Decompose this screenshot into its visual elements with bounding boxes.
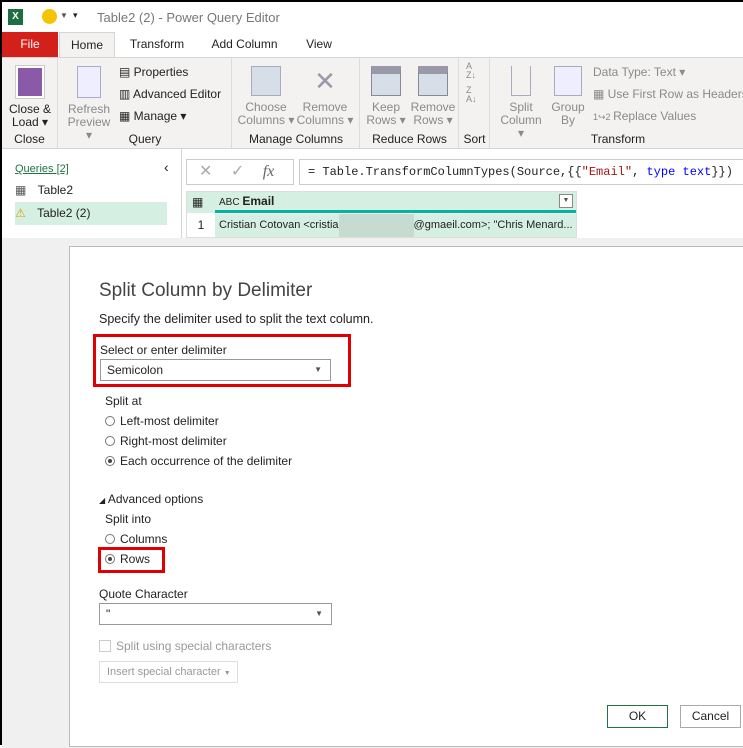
dialog-title: Split Column by Delimiter xyxy=(99,280,313,301)
radio-button[interactable] xyxy=(105,416,115,426)
query-item-table2[interactable]: ▦ Table2 xyxy=(15,179,167,202)
table-cell-email[interactable]: Cristian Cotovan <cristia @gmaeil.com>; "… xyxy=(215,214,576,237)
delimiter-dropdown[interactable]: Semicolon ▼ xyxy=(100,359,331,381)
smiley-icon[interactable] xyxy=(42,9,57,24)
chevron-down-icon: ▼ xyxy=(315,609,323,618)
group-sort: A Z↓ Z A↓ Sort xyxy=(460,58,490,148)
insert-special-character-button[interactable]: Insert special character ▼ xyxy=(99,661,238,683)
properties-icon: ▤ xyxy=(119,65,134,79)
replace-values-icon: 1↪2 xyxy=(593,112,614,122)
column-header-email[interactable]: ABC Email ▼ xyxy=(215,192,576,213)
dialog-subtitle: Specify the delimiter used to split the … xyxy=(99,312,374,326)
choose-columns-button[interactable]: Choose Columns ▾ xyxy=(237,66,295,127)
data-grid: ▦ ABC Email ▼ 1 Cristian Cotovan <cristi… xyxy=(186,191,577,238)
replace-values-button[interactable]: 1↪2 Replace Values xyxy=(593,109,696,123)
properties-button[interactable]: ▤ Properties xyxy=(119,65,188,79)
radio-button[interactable] xyxy=(105,534,115,544)
queries-header: Queries [2] xyxy=(15,163,69,175)
query-item-table2-2[interactable]: ⚠ Table2 (2) xyxy=(15,202,167,225)
radio-columns[interactable]: Columns xyxy=(105,532,167,546)
special-characters-checkbox[interactable]: Split using special characters xyxy=(99,639,271,653)
confirm-formula-icon[interactable]: ✓ xyxy=(231,163,244,180)
cancel-button[interactable]: Cancel xyxy=(680,705,741,728)
radio-rows[interactable]: Rows xyxy=(105,552,150,566)
table-icon: ▦ xyxy=(593,87,608,101)
remove-rows-icon xyxy=(418,66,448,96)
split-column-dialog: Split Column by Delimiter Specify the de… xyxy=(69,246,743,747)
group-query: Refresh Preview ▾ ▤ Properties ▥ Advance… xyxy=(59,58,232,148)
window-title: Table2 (2) - Power Query Editor xyxy=(97,10,280,25)
tab-add-column[interactable]: Add Column xyxy=(202,32,287,57)
data-type-dropdown[interactable]: Data Type: Text ▾ xyxy=(593,65,685,79)
tab-home[interactable]: Home xyxy=(59,32,115,58)
ribbon: Close & Load ▾ Close Refresh Preview ▾ ▤… xyxy=(2,57,743,149)
excel-logo-icon: X xyxy=(8,9,23,25)
radio-each-occurrence[interactable]: Each occurrence of the delimiter xyxy=(105,454,292,468)
split-at-label: Split at xyxy=(105,394,142,408)
remove-columns-button[interactable]: ✕ Remove Columns ▾ xyxy=(295,66,355,127)
use-first-row-headers-button[interactable]: ▦ Use First Row as Headers xyxy=(593,87,743,101)
collapse-pane-icon[interactable]: ‹ xyxy=(164,159,169,175)
redacted-block xyxy=(338,214,414,237)
manage-button[interactable]: ▦ Manage ▾ xyxy=(119,109,186,123)
sort-descending-icon[interactable]: Z A↓ xyxy=(466,86,477,104)
group-manage-columns: Choose Columns ▾ ✕ Remove Columns ▾ Mana… xyxy=(233,58,360,148)
collapse-triangle-icon: ◢ xyxy=(99,496,106,505)
split-column-button[interactable]: Split Column ▾ xyxy=(497,66,545,140)
remove-columns-icon: ✕ xyxy=(314,66,336,96)
group-by-button[interactable]: Group By xyxy=(547,66,589,127)
choose-columns-icon xyxy=(251,66,281,96)
group-reduce-rows: Keep Rows ▾ Remove Rows ▾ Reduce Rows xyxy=(361,58,459,148)
remove-rows-button[interactable]: Remove Rows ▾ xyxy=(409,66,457,127)
formula-actions: ✕ ✓ fx xyxy=(186,159,294,185)
formula-bar[interactable]: = Table.TransformColumnTypes(Source,{{"E… xyxy=(299,159,743,185)
chevron-down-icon: ▼ xyxy=(314,365,322,374)
fx-icon[interactable]: fx xyxy=(263,163,275,180)
radio-right-most[interactable]: Right-most delimiter xyxy=(105,434,227,448)
ok-button[interactable]: OK xyxy=(607,705,668,728)
group-transform: Split Column ▾ Group By Data Type: Text … xyxy=(491,58,743,148)
manage-icon: ▦ xyxy=(119,109,134,123)
customize-qat-icon[interactable]: ▾ xyxy=(73,10,78,21)
close-load-icon xyxy=(15,65,45,99)
split-column-icon xyxy=(511,66,531,96)
group-by-icon xyxy=(554,66,582,96)
tab-view[interactable]: View xyxy=(294,32,344,57)
sort-ascending-icon[interactable]: A Z↓ xyxy=(466,62,476,80)
tab-file[interactable]: File xyxy=(2,32,58,57)
radio-button[interactable] xyxy=(105,436,115,446)
radio-left-most[interactable]: Left-most delimiter xyxy=(105,414,219,428)
refresh-icon xyxy=(77,66,101,98)
group-close: Close & Load ▾ Close xyxy=(2,58,58,148)
checkbox[interactable] xyxy=(99,640,111,652)
quote-character-dropdown[interactable]: " ▼ xyxy=(99,603,332,625)
cancel-formula-icon[interactable]: ✕ xyxy=(199,163,212,180)
refresh-preview-button[interactable]: Refresh Preview ▾ xyxy=(65,66,113,142)
keep-rows-icon xyxy=(371,66,401,96)
title-bar: X ▼ ▾ Table2 (2) - Power Query Editor xyxy=(2,2,743,32)
warning-icon: ⚠ xyxy=(15,206,30,220)
ribbon-tabs: File Home Transform Add Column View xyxy=(2,32,743,58)
table-menu-icon[interactable]: ▦ xyxy=(187,192,215,213)
radio-button[interactable] xyxy=(105,456,115,466)
column-filter-button[interactable]: ▼ xyxy=(559,194,573,208)
keep-rows-button[interactable]: Keep Rows ▾ xyxy=(363,66,409,127)
split-into-label: Split into xyxy=(105,512,152,526)
row-number: 1 xyxy=(197,218,205,232)
main-area: ✕ ✓ fx = Table.TransformColumnTypes(Sour… xyxy=(183,149,743,249)
advanced-editor-button[interactable]: ▥ Advanced Editor xyxy=(119,87,221,101)
advanced-options-toggle[interactable]: ◢ Advanced options xyxy=(99,492,203,506)
quote-character-label: Quote Character xyxy=(99,587,188,601)
table-icon: ▦ xyxy=(15,183,30,197)
advanced-editor-icon: ▥ xyxy=(119,87,134,101)
tab-transform[interactable]: Transform xyxy=(122,32,192,57)
radio-button[interactable] xyxy=(105,554,115,564)
text-type-icon[interactable]: ABC xyxy=(219,197,242,208)
dropdown-icon[interactable]: ▼ xyxy=(60,11,68,20)
close-load-button[interactable]: Close & Load ▾ xyxy=(6,65,54,129)
delimiter-label: Select or enter delimiter xyxy=(100,343,227,357)
